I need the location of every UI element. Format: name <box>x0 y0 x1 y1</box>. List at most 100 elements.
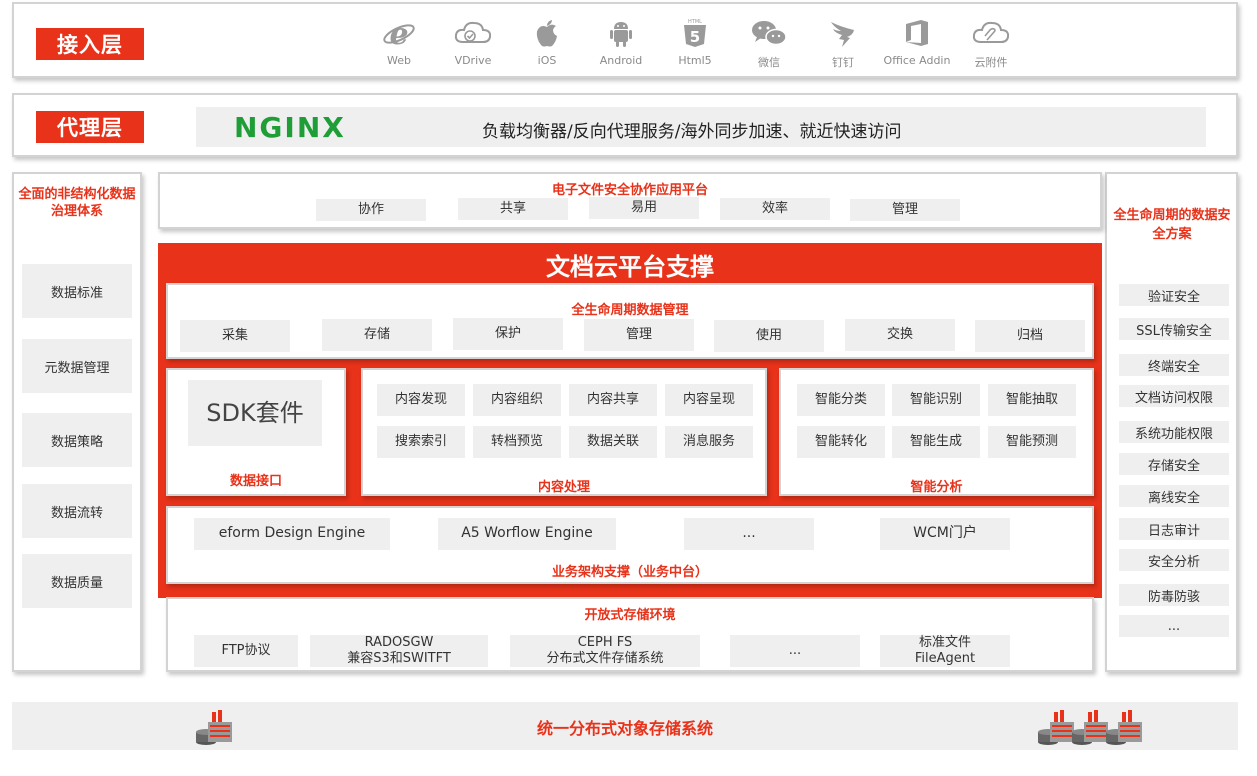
lifecycle-item: 归档 <box>975 320 1085 352</box>
business-item: WCM门户 <box>880 518 1010 550</box>
cloud-attachment-icon <box>972 21 1010 43</box>
open-storage-title: 开放式存储环境 <box>584 608 676 623</box>
platform-item: 易用 <box>589 197 699 219</box>
governance-item: 数据策略 <box>22 413 132 467</box>
storage-item-line2: 分布式文件存储系统 <box>546 651 664 666</box>
content-item: 搜索索引 <box>377 426 465 458</box>
svg-text:e: e <box>389 18 408 48</box>
analysis-item: 智能预测 <box>988 426 1076 458</box>
security-item: 系统功能权限 <box>1119 421 1229 443</box>
cloud-check-icon <box>454 21 492 43</box>
app-platform-title: 电子文件安全协作应用平台 <box>551 183 708 198</box>
platform-item: 效率 <box>720 198 830 220</box>
security-item: 验证安全 <box>1119 284 1229 306</box>
storage-item: CEPH FS 分布式文件存储系统 <box>510 635 700 667</box>
client-label: VDrive <box>454 54 492 67</box>
sdk-suite-box: SDK套件 <box>188 380 322 446</box>
client-web: e Web <box>361 18 437 67</box>
nginx-logo: NGINX <box>234 111 346 144</box>
doc-cloud-title: 文档云平台支撑 <box>546 253 714 281</box>
content-processing-panel: 内容发现 内容组织 内容共享 内容呈现 搜索索引 转档预览 数据关联 消息服务 … <box>361 368 767 496</box>
content-item: 内容发现 <box>377 384 465 416</box>
client-label: 微信 <box>758 56 780 69</box>
platform-item: 管理 <box>850 199 960 221</box>
security-item: SSL传输安全 <box>1119 318 1229 340</box>
html5-icon: HTML 5 <box>684 19 706 47</box>
storage-item-line2: FileAgent <box>914 651 976 666</box>
content-item: 内容组织 <box>473 384 561 416</box>
content-item: 内容呈现 <box>665 384 753 416</box>
proxy-description: 负载均衡器/反向代理服务/海外同步加速、就近快速访问 <box>482 122 902 142</box>
storage-item-line1: FTP协议 <box>221 642 271 658</box>
client-label: 钉钉 <box>832 56 854 69</box>
lifecycle-item: 交换 <box>845 319 955 351</box>
object-storage-bar: 统一分布式对象存储系统 <box>12 702 1238 750</box>
governance-item: 数据质量 <box>22 554 132 608</box>
client-label: Android <box>599 54 643 67</box>
client-label: Office Addin <box>883 54 951 67</box>
security-item: 安全分析 <box>1119 549 1229 571</box>
wechat-icon <box>752 21 787 46</box>
storage-item-line2: 兼容S3和SWITFT <box>347 651 451 666</box>
analysis-item: 智能识别 <box>892 384 980 416</box>
apple-icon <box>536 20 557 47</box>
business-item: A5 Worflow Engine <box>438 518 616 550</box>
storage-item-line1: ... <box>788 642 802 658</box>
client-office-addin: Office Addin <box>879 18 955 67</box>
client-label: Html5 <box>678 54 712 67</box>
client-ios: iOS <box>509 18 585 67</box>
client-label: Web <box>387 54 411 67</box>
content-item: 内容共享 <box>569 384 657 416</box>
business-platform-title: 业务架构支撑（业务中台） <box>551 565 708 580</box>
storage-item-line1: RADOSGW <box>364 634 434 650</box>
lifecycle-item: 使用 <box>714 320 824 352</box>
access-layer-label: 接入层 <box>36 28 144 60</box>
client-dingtalk: 钉钉 <box>805 18 881 70</box>
data-governance-title: 全面的非结构化数据治理体系 <box>18 187 136 219</box>
security-item: 离线安全 <box>1119 485 1229 507</box>
proxy-bar: NGINX 负载均衡器/反向代理服务/海外同步加速、就近快速访问 <box>196 107 1206 147</box>
intelligent-analysis-panel: 智能分类 智能识别 智能抽取 智能转化 智能生成 智能预测 智能分析 <box>779 368 1094 496</box>
security-item: 终端安全 <box>1119 354 1229 376</box>
analysis-item: 智能分类 <box>797 384 885 416</box>
storage-item: ... <box>730 635 860 667</box>
doc-cloud-block: 文档云平台支撑 全生命周期数据管理 采集 存储 保护 管理 使用 交换 归档 S… <box>158 243 1102 598</box>
client-wechat: 微信 <box>731 18 807 70</box>
content-item: 转档预览 <box>473 426 561 458</box>
content-processing-title: 内容处理 <box>537 480 590 495</box>
ie-icon: e <box>383 18 415 48</box>
architecture-diagram: 接入层 e Web VDrive iOS Android HTML 5 Html… <box>0 0 1257 776</box>
analysis-item: 智能转化 <box>797 426 885 458</box>
client-cloud-attachment: 云附件 <box>953 18 1029 70</box>
lifecycle-item: 管理 <box>584 319 694 351</box>
content-item: 数据关联 <box>569 426 657 458</box>
access-layer-panel: 接入层 e Web VDrive iOS Android HTML 5 Html… <box>12 2 1238 78</box>
storage-item: FTP协议 <box>194 635 298 667</box>
lifecycle-item: 保护 <box>453 318 563 350</box>
analysis-item: 智能生成 <box>892 426 980 458</box>
dingtalk-icon <box>831 22 854 47</box>
data-interface-panel: SDK套件 数据接口 <box>166 368 346 496</box>
platform-item: 协作 <box>316 199 426 221</box>
security-item: 防毒防骇 <box>1119 584 1229 606</box>
open-storage-panel: 开放式存储环境 FTP协议 RADOSGW 兼容S3和SWITFT CEPH F… <box>166 597 1094 672</box>
client-label: 云附件 <box>974 56 1008 69</box>
security-item: 文档访问权限 <box>1119 385 1229 407</box>
content-item: 消息服务 <box>665 426 753 458</box>
data-governance-panel: 全面的非结构化数据治理体系 数据标准 元数据管理 数据策略 数据流转 数据质量 <box>12 172 142 672</box>
storage-item: 标准文件 FileAgent <box>880 635 1010 667</box>
storage-item-line1: 标准文件 <box>918 634 971 650</box>
proxy-layer-panel: 代理层 NGINX 负载均衡器/反向代理服务/海外同步加速、就近快速访问 <box>12 93 1238 157</box>
security-solution-panel: 全生命周期的数据安全方案 验证安全 SSL传输安全 终端安全 文档访问权限 系统… <box>1105 172 1238 672</box>
proxy-layer-label: 代理层 <box>36 111 144 143</box>
lifecycle-item: 采集 <box>180 320 290 352</box>
business-platform-panel: eform Design Engine A5 Worflow Engine ..… <box>166 506 1094 584</box>
office-icon <box>906 20 928 46</box>
analysis-item: 智能抽取 <box>988 384 1076 416</box>
client-label: iOS <box>537 54 557 67</box>
server-stack-icon <box>1106 710 1142 745</box>
svg-text:5: 5 <box>690 28 700 46</box>
security-solution-title: 全生命周期的数据安全方案 <box>1113 208 1231 242</box>
client-vdrive: VDrive <box>435 18 511 67</box>
client-html5: HTML 5 Html5 <box>657 18 733 67</box>
